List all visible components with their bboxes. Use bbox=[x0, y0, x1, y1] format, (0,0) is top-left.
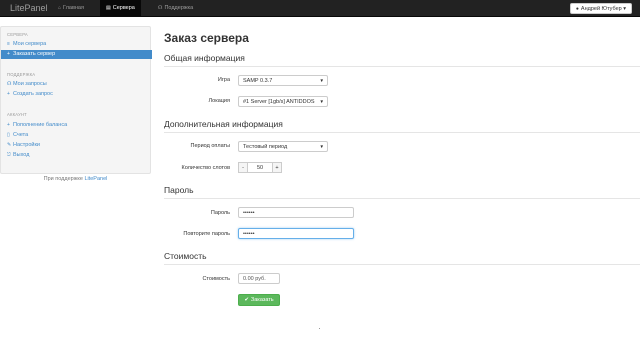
footer-link[interactable]: LitePanel bbox=[84, 176, 107, 182]
password-label: Пароль bbox=[210, 210, 230, 216]
game-label: Игра bbox=[217, 77, 230, 83]
user-icon: ● bbox=[575, 6, 579, 12]
chevron-down-icon: ▼ bbox=[319, 144, 324, 149]
home-icon: ⌂ bbox=[58, 5, 62, 11]
slots-minus-button[interactable]: - bbox=[238, 162, 248, 173]
nav-home[interactable]: ⌂ Главная bbox=[52, 0, 90, 17]
sidebar-item-top-up[interactable]: + Пополнение баланса bbox=[1, 121, 152, 130]
divider bbox=[164, 132, 640, 133]
slots-label: Количество слотов bbox=[181, 165, 230, 171]
chevron-down-icon: ▼ bbox=[319, 99, 324, 104]
cost-field: 0.00 руб. bbox=[238, 273, 280, 284]
divider bbox=[164, 264, 640, 265]
headphones-icon: ☊ bbox=[158, 5, 163, 11]
location-label: Локация bbox=[208, 98, 230, 104]
nav-servers[interactable]: ▤ Сервера bbox=[100, 0, 141, 17]
chevron-down-icon: ▼ bbox=[319, 78, 324, 83]
sidebar: СЕРВЕРА ≡ Мои сервера + Заказать сервер ПО… bbox=[0, 26, 152, 174]
section-password-title: Пароль bbox=[164, 185, 194, 195]
game-select[interactable]: SAMP 0.3.7 ▼ bbox=[238, 75, 328, 86]
cost-label: Стоимость bbox=[202, 276, 230, 282]
chevron-down-icon: ▾ bbox=[623, 6, 626, 12]
page-title: Заказ сервера bbox=[164, 31, 249, 45]
sidebar-header-support: ПОДДЕРЖКА bbox=[7, 72, 36, 77]
top-navbar: LitePanel ⌂ Главная ▤ Сервера ☊ Поддержка ●… bbox=[0, 0, 640, 17]
sidebar-item-order-server[interactable]: + Заказать сервер bbox=[1, 50, 152, 59]
sidebar-item-logout[interactable]: ⎋ Выход bbox=[1, 151, 152, 160]
sidebar-item-invoices[interactable]: ▯ Счета bbox=[1, 131, 152, 140]
repeat-password-field[interactable]: •••••• bbox=[238, 228, 354, 239]
slots-plus-button[interactable]: + bbox=[272, 162, 282, 173]
section-cost-title: Стоимость bbox=[164, 251, 207, 261]
section-additional-title: Дополнительная информация bbox=[164, 119, 283, 129]
order-button[interactable]: ✔ Заказать bbox=[238, 294, 280, 306]
divider bbox=[164, 66, 640, 67]
brand-logo[interactable]: LitePanel bbox=[10, 3, 48, 13]
sidebar-footer: При поддержке LitePanel bbox=[43, 176, 108, 182]
period-select[interactable]: Тестовый период ▼ bbox=[238, 141, 328, 152]
sidebar-item-my-servers[interactable]: ≡ Мои сервера bbox=[1, 40, 152, 49]
sidebar-item-my-requests[interactable]: ☊ Мои запросы bbox=[1, 80, 152, 89]
password-field[interactable]: •••••• bbox=[238, 207, 354, 218]
sidebar-item-create-request[interactable]: + Создать запрос bbox=[1, 90, 152, 99]
decorative-dot bbox=[319, 328, 320, 329]
sidebar-header-account: АККАУНТ bbox=[7, 112, 27, 117]
nav-support[interactable]: ☊ Поддержка bbox=[152, 0, 199, 17]
user-menu-button[interactable]: ● Андрей Ютубер ▾ bbox=[569, 3, 632, 14]
location-select[interactable]: #1 Server [1gb/s] ANTIDDOS ▼ bbox=[238, 96, 328, 107]
repeat-password-label: Повторите пароль bbox=[183, 231, 230, 237]
section-general-title: Общая информация bbox=[164, 53, 245, 63]
sidebar-header-servers: СЕРВЕРА bbox=[7, 32, 28, 37]
server-icon: ▤ bbox=[106, 5, 111, 11]
divider bbox=[164, 198, 640, 199]
checkmark-icon: ✔ bbox=[244, 297, 249, 303]
sidebar-item-settings[interactable]: ✎ Настройки bbox=[1, 141, 152, 150]
period-label: Период оплаты bbox=[190, 143, 230, 149]
slots-value[interactable]: 50 bbox=[248, 162, 272, 173]
